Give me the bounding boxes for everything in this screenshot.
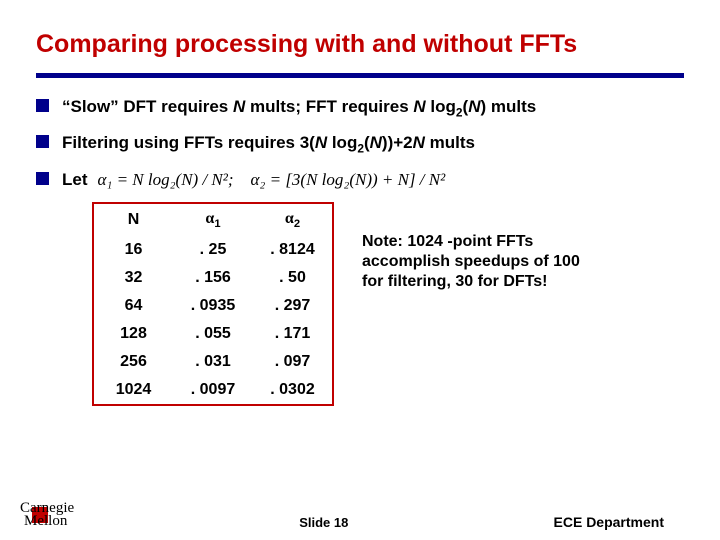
text: Let bbox=[62, 169, 88, 190]
cell: . 031 bbox=[173, 348, 253, 376]
text: log bbox=[426, 97, 456, 116]
cmu-logo: Carnegie Mellon bbox=[20, 500, 94, 530]
cell: 256 bbox=[93, 348, 173, 376]
text: N bbox=[413, 133, 425, 152]
table-row: 1024. 0097. 0302 bbox=[93, 376, 333, 405]
text: 1 bbox=[214, 218, 220, 230]
logo-text-2: Mellon bbox=[24, 513, 67, 530]
table-row: 256. 031. 097 bbox=[93, 348, 333, 376]
note: Note: 1024 -point FFTs accomplish speedu… bbox=[362, 232, 602, 292]
text: N bbox=[468, 97, 480, 116]
slide: Comparing processing with and without FF… bbox=[0, 0, 720, 540]
table-body: 16. 25. 812432. 156. 5064. 0935. 297128.… bbox=[93, 236, 333, 405]
footer: Carnegie Mellon Slide 18 ECE Department bbox=[0, 500, 720, 530]
col-N: N bbox=[93, 203, 173, 236]
table-row: 32. 156. 50 bbox=[93, 264, 333, 292]
col-alpha1: α1 bbox=[173, 203, 253, 236]
text: α bbox=[285, 210, 294, 227]
text: ) mults bbox=[480, 97, 536, 116]
content-row: N α1 α2 16. 25. 812432. 156. 5064. 0935.… bbox=[36, 202, 684, 406]
text: mults bbox=[425, 133, 475, 152]
table-header-row: N α1 α2 bbox=[93, 203, 333, 236]
cell: . 8124 bbox=[253, 236, 333, 264]
table-row: 64. 0935. 297 bbox=[93, 292, 333, 320]
bullet-3: Let α₁ = N log₂(N) / N²; α₂ = [3(N log₂(… bbox=[36, 169, 684, 190]
text: “Slow” DFT requires bbox=[62, 97, 233, 116]
cell: . 297 bbox=[253, 292, 333, 320]
slide-number: Slide 18 bbox=[299, 515, 348, 530]
cell: 32 bbox=[93, 264, 173, 292]
cell: . 0302 bbox=[253, 376, 333, 405]
text: N bbox=[233, 97, 245, 116]
title-rule bbox=[36, 73, 684, 78]
text: N bbox=[413, 97, 425, 116]
cell: 128 bbox=[93, 320, 173, 348]
text: 2 bbox=[294, 218, 300, 230]
cell: 1024 bbox=[93, 376, 173, 405]
table-row: 128. 055. 171 bbox=[93, 320, 333, 348]
alpha-table: N α1 α2 16. 25. 812432. 156. 5064. 0935.… bbox=[92, 202, 334, 406]
cell: . 171 bbox=[253, 320, 333, 348]
cell: . 50 bbox=[253, 264, 333, 292]
text: N bbox=[370, 133, 382, 152]
table-row: 16. 25. 8124 bbox=[93, 236, 333, 264]
cell: . 0097 bbox=[173, 376, 253, 405]
text: log bbox=[327, 133, 357, 152]
bullet-2: Filtering using FFTs requires 3(N log2(N… bbox=[36, 132, 684, 156]
note-label: Note: bbox=[362, 233, 403, 250]
cell: . 0935 bbox=[173, 292, 253, 320]
cell: 64 bbox=[93, 292, 173, 320]
text: α bbox=[205, 210, 214, 227]
cell: . 156 bbox=[173, 264, 253, 292]
cell: . 055 bbox=[173, 320, 253, 348]
text: 2 bbox=[456, 105, 463, 119]
bullet-1: “Slow” DFT requires N mults; FFT require… bbox=[36, 96, 684, 120]
cell: . 25 bbox=[173, 236, 253, 264]
slide-title: Comparing processing with and without FF… bbox=[36, 30, 684, 59]
bullet-list: “Slow” DFT requires N mults; FFT require… bbox=[36, 96, 684, 190]
cell: 16 bbox=[93, 236, 173, 264]
text: 2 bbox=[357, 142, 364, 156]
cell: . 097 bbox=[253, 348, 333, 376]
text: Filtering using FFTs requires 3( bbox=[62, 133, 315, 152]
col-alpha2: α2 bbox=[253, 203, 333, 236]
text: ))+2 bbox=[382, 133, 413, 152]
text: mults; FFT requires bbox=[245, 97, 413, 116]
department: ECE Department bbox=[554, 514, 664, 530]
text: N bbox=[315, 133, 327, 152]
formula: α₁ = N log₂(N) / N²; α₂ = [3(N log₂(N)) … bbox=[98, 169, 446, 190]
